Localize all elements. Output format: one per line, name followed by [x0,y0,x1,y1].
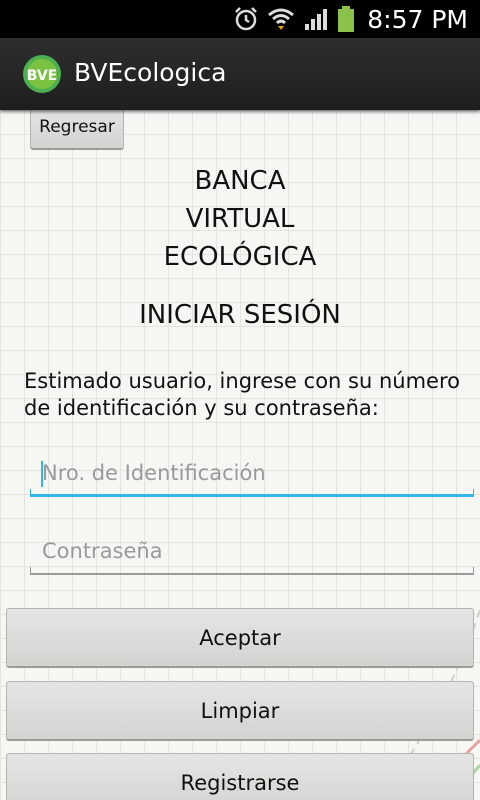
id-number-input[interactable]: Nro. de Identificación [30,449,474,497]
accept-button[interactable]: Aceptar [6,608,474,668]
id-number-underline [30,489,474,497]
logo-text: BVE [27,68,58,84]
login-instructions: Estimado usuario, ingrese con su número … [24,369,460,420]
action-bar: BVE BVEcologica [0,38,480,110]
password-placeholder: Contraseña [42,539,163,563]
login-screen: Regresar BANCA VIRTUAL ECOLÓGICA INICIAR… [0,110,480,800]
wifi-icon [268,8,295,30]
app-logo-icon[interactable]: BVE [22,54,62,94]
app-title: BVEcologica [74,58,227,87]
bank-title: BANCA VIRTUAL ECOLÓGICA [0,162,480,276]
battery-icon [338,6,355,32]
password-underline [30,567,474,575]
bank-title-line-1: BANCA [194,166,286,196]
status-clock: 8:57 PM [367,4,468,34]
text-cursor [41,461,43,487]
back-button[interactable]: Regresar [30,110,124,150]
bank-title-line-2: VIRTUAL [185,204,295,234]
status-bar: 8:57 PM [0,0,480,38]
signal-icon [305,9,328,30]
register-button[interactable]: Registrarse [6,753,474,800]
id-number-placeholder: Nro. de Identificación [42,461,266,485]
alarm-icon [235,7,258,31]
password-input[interactable]: Contraseña [30,527,474,575]
login-title: INICIAR SESIÓN [139,300,341,330]
bank-title-line-3: ECOLÓGICA [163,242,317,272]
status-icons: 8:57 PM [233,0,480,38]
clear-button[interactable]: Limpiar [6,681,474,741]
